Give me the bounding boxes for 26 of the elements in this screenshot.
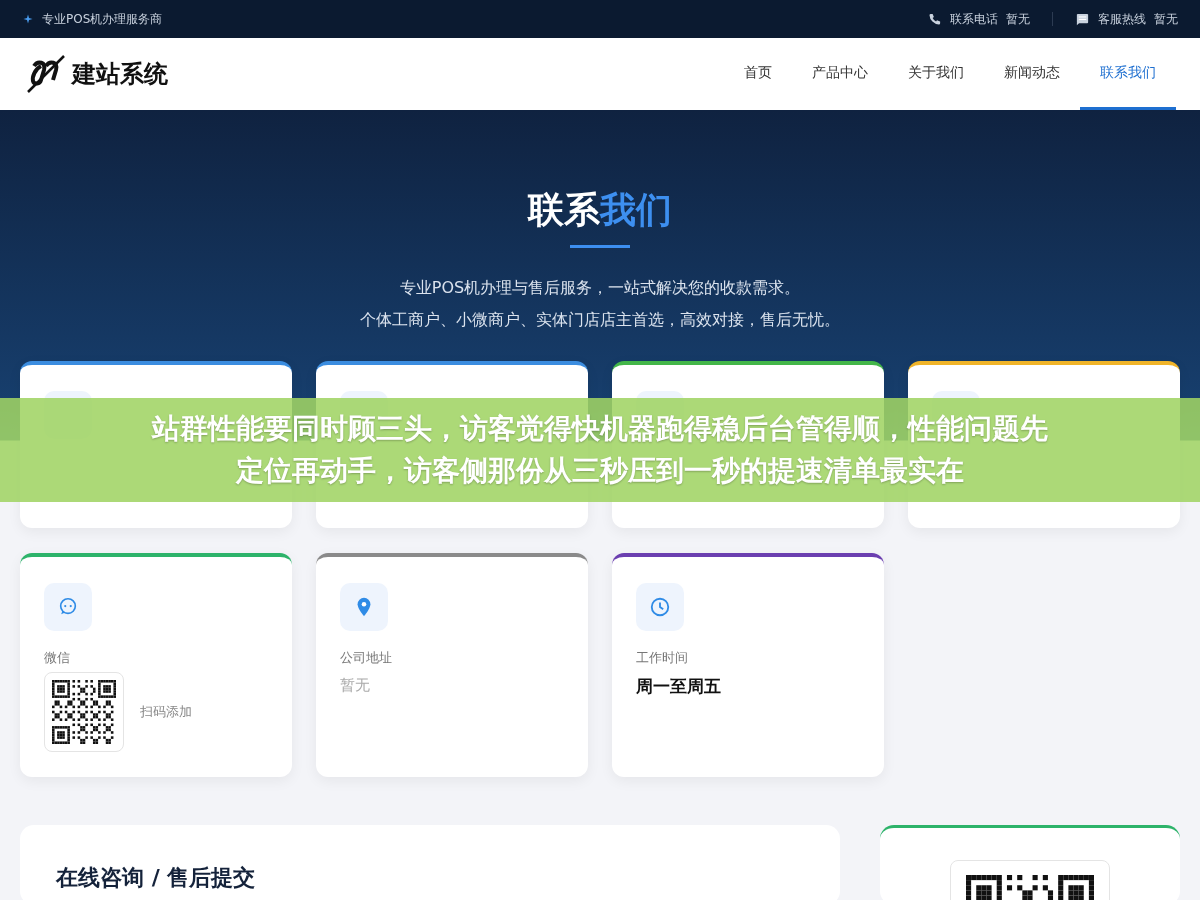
card-label: 微信 [44, 649, 71, 668]
contact-value: 暂无 [1006, 11, 1030, 28]
tagline: 专业POS机办理服务商 [42, 11, 163, 28]
phone-icon [927, 11, 942, 27]
qr-caption: 扫码添加 [140, 702, 192, 721]
card-label: 工作时间 [636, 649, 689, 668]
nav-link[interactable]: 新闻动态 [984, 38, 1080, 110]
card-value: 暂无 [340, 674, 371, 696]
contact-value: 暂无 [1154, 11, 1178, 28]
nav-link[interactable]: 产品中心 [792, 38, 888, 110]
card-value: 周一至周五 [636, 674, 722, 698]
qr-code [52, 679, 116, 744]
logo-text: 建站系统 [72, 59, 168, 90]
contact-label: 客服热线 [1098, 11, 1146, 28]
clock-icon [649, 596, 671, 619]
hero-subtitle: 个体工商户、小微商户、实体门店店主首选，高效对接，售后无忧。 [359, 309, 841, 332]
nav-link[interactable]: 关于我们 [888, 38, 984, 110]
form-title: 在线咨询 / 售后提交 [56, 865, 257, 892]
card-label: 公司地址 [340, 649, 393, 668]
message-icon [1075, 11, 1090, 27]
hero-subtitle: 专业POS机办理与售后服务，一站式解决您的收款需求。 [398, 277, 802, 300]
contact-label: 联系电话 [950, 11, 998, 28]
banner-text: 站群性能要同时顾三头，访客觉得快机器跑得稳后台管得顺，性能问题先 定位再动手，访客侧那份从三秒压到一秒的提速清单最实在 [152, 411, 1048, 489]
sparkle-icon [22, 13, 34, 25]
nav-link[interactable]: 首页 [724, 38, 792, 110]
hero-title: 联系我们 [526, 188, 673, 232]
